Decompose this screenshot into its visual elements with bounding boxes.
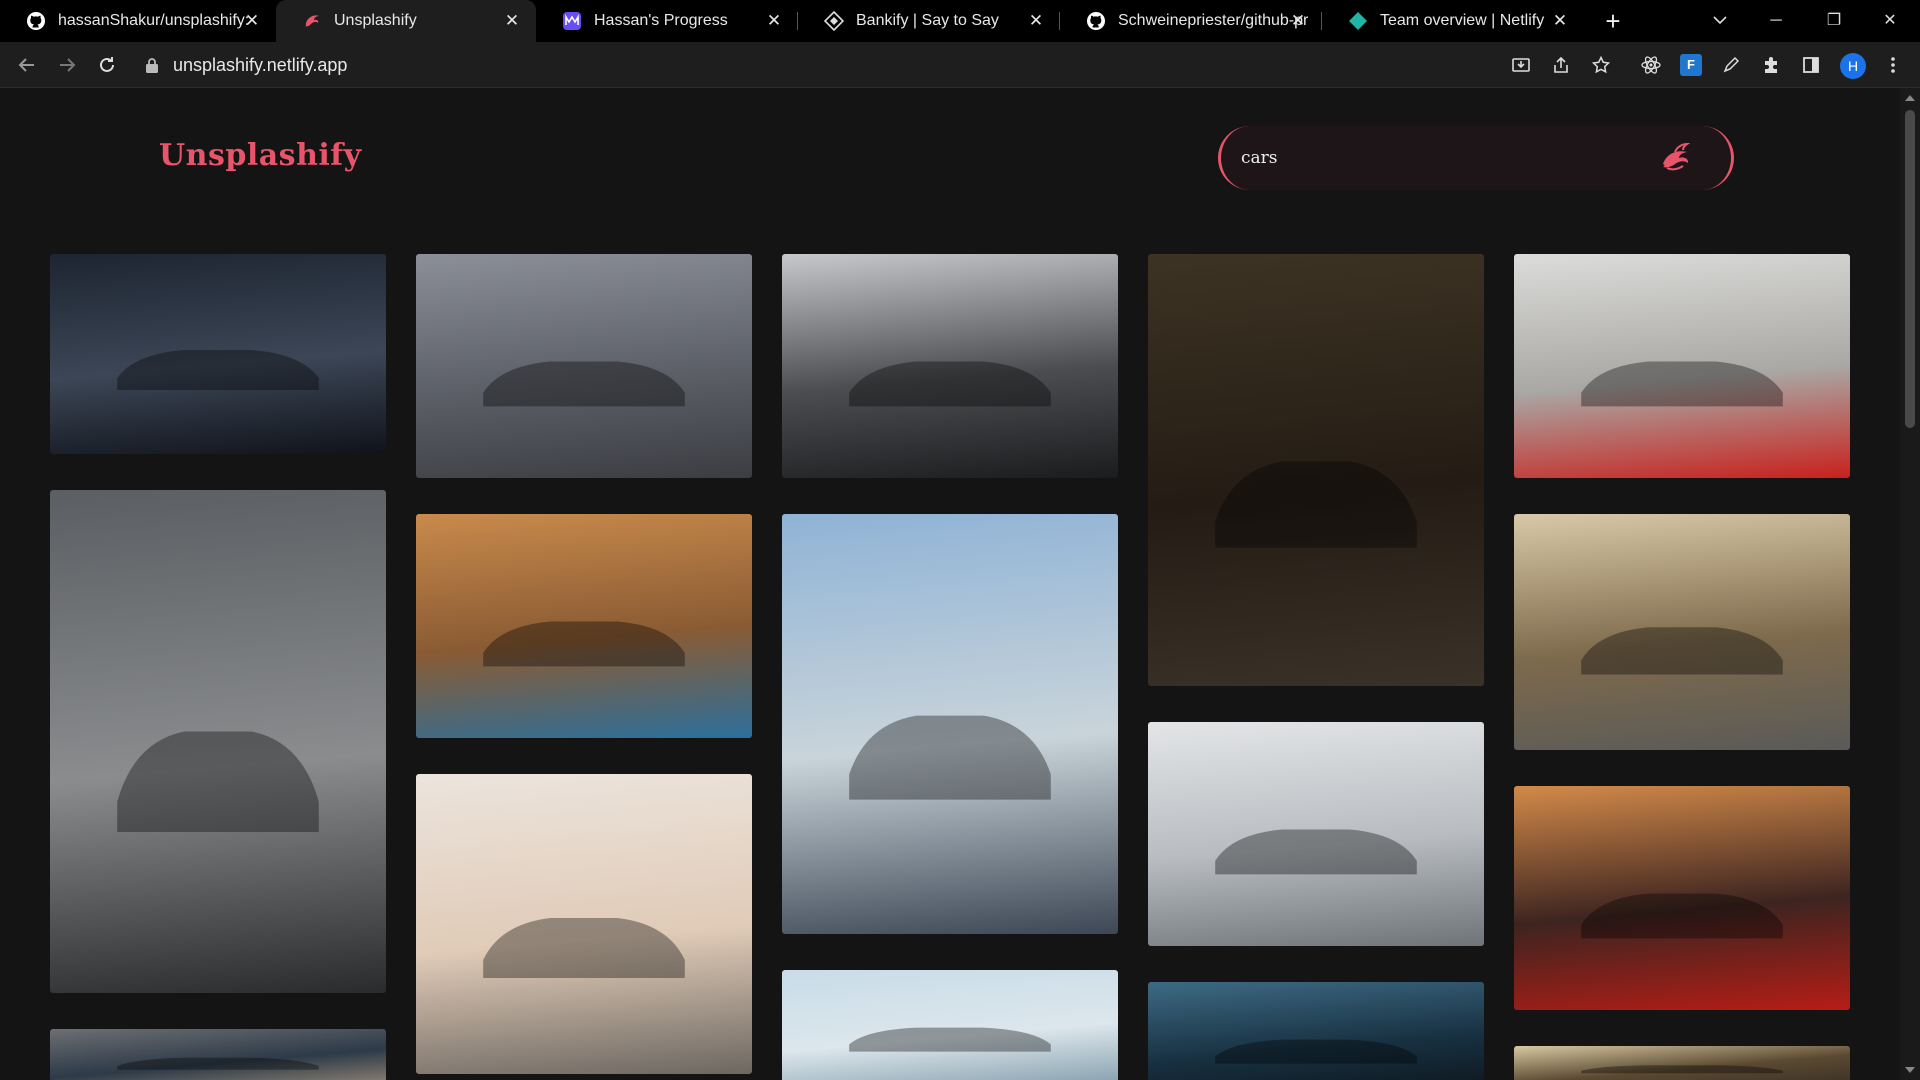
close-icon[interactable]: ✕ (1026, 11, 1046, 31)
bankify-icon (824, 11, 844, 31)
photo-parking-lot-aerial[interactable] (50, 1029, 386, 1080)
address-bar[interactable]: unsplashify.netlify.app (145, 49, 1485, 81)
photo-grey-mercedes-yellow-stripe[interactable] (50, 490, 386, 993)
car-silhouette (1215, 461, 1417, 548)
reload-button[interactable] (92, 50, 122, 80)
kebab-menu-icon[interactable] (1878, 50, 1908, 80)
close-icon[interactable]: ✕ (1288, 11, 1308, 31)
search-bar (1218, 126, 1734, 190)
tab-title: Hassan's Progress (594, 12, 728, 29)
search-input[interactable] (1241, 142, 1641, 174)
photo-yellow-amg-gt[interactable] (782, 514, 1118, 934)
car-silhouette (483, 361, 685, 407)
photo-black-mustang[interactable] (416, 254, 752, 478)
tab-github-pr[interactable]: Schweinepriester/github-pr ✕ (1060, 0, 1322, 42)
forward-button[interactable] (52, 50, 82, 80)
share-icon[interactable] (1546, 50, 1576, 80)
netlify-icon (1348, 11, 1368, 31)
car-silhouette (849, 715, 1051, 800)
photo-red-laferrari[interactable] (1514, 254, 1850, 478)
browser-toolbar: unsplashify.netlify.app F H (0, 42, 1920, 88)
tab-netlify[interactable]: Team overview | Netlify ✕ (1322, 0, 1584, 42)
tab-title: Bankify | Say to Say (856, 12, 999, 29)
unsplashify-icon (302, 11, 322, 31)
minimize-button[interactable]: ─ (1756, 6, 1796, 36)
github-icon (1086, 11, 1106, 31)
close-icon[interactable]: ✕ (242, 11, 262, 31)
side-panel-icon[interactable] (1796, 50, 1826, 80)
extensions-puzzle-icon[interactable] (1756, 50, 1786, 80)
tab-bankify[interactable]: Bankify | Say to Say ✕ (798, 0, 1060, 42)
photo-white-challenger[interactable] (416, 774, 752, 1074)
window-close-button[interactable]: ✕ (1870, 6, 1910, 36)
car-silhouette (483, 621, 685, 667)
bookmark-star-icon[interactable] (1586, 50, 1616, 80)
photo-red-amg-gt-trees[interactable] (1514, 514, 1850, 750)
photo-palm-trees-sky[interactable] (782, 970, 1118, 1080)
car-silhouette (117, 350, 319, 390)
page-scrollbar[interactable] (1900, 88, 1920, 1080)
lock-icon (146, 58, 158, 73)
tab-title: Schweinepriester/github-pr (1118, 12, 1308, 29)
extension-f-icon[interactable]: F (1676, 50, 1706, 80)
photo-orange-lamborghini-forest[interactable] (1148, 254, 1484, 686)
tab-title: Unsplashify (334, 12, 417, 29)
close-icon[interactable]: ✕ (1550, 11, 1570, 31)
car-silhouette (1581, 361, 1783, 407)
profile-avatar[interactable]: H (1840, 53, 1866, 79)
scroll-up-icon[interactable] (1905, 95, 1915, 101)
photo-silver-camaro-garage[interactable] (50, 254, 386, 454)
tab-unsplashify-repo[interactable]: hassanShakur/unsplashify: ✕ (0, 0, 276, 42)
brand-logo[interactable]: Unsplashify (159, 138, 362, 173)
reload-icon (100, 57, 114, 72)
car-silhouette (1215, 829, 1417, 875)
car-silhouette (117, 1057, 319, 1070)
react-devtools-icon[interactable] (1636, 50, 1666, 80)
car-silhouette (1581, 1065, 1783, 1074)
extension-f-label: F (1680, 54, 1702, 76)
photo-classic-bmw-row[interactable] (1148, 722, 1484, 946)
github-icon (26, 11, 46, 31)
car-silhouette (483, 918, 685, 978)
back-arrow-icon (18, 58, 34, 72)
browser-tab-strip: hassanShakur/unsplashify: ✕ Unsplashify … (0, 0, 1920, 42)
scroll-down-icon[interactable] (1905, 1067, 1915, 1073)
close-icon[interactable]: ✕ (502, 11, 522, 31)
car-silhouette (1581, 627, 1783, 675)
photo-red-audi-r8-street[interactable] (1514, 786, 1850, 1010)
car-silhouette (117, 731, 319, 833)
close-icon[interactable]: ✕ (764, 11, 784, 31)
install-app-icon[interactable] (1506, 50, 1536, 80)
car-silhouette (1215, 1039, 1417, 1064)
url-text: unsplashify.netlify.app (173, 54, 348, 75)
dragon-search-icon[interactable] (1657, 138, 1697, 178)
forward-arrow-icon (60, 58, 76, 72)
back-button[interactable] (12, 50, 42, 80)
photo-house-roof[interactable] (1514, 1046, 1850, 1080)
tab-search-chevron-icon[interactable] (1700, 6, 1740, 36)
new-tab-button[interactable]: + (1598, 6, 1628, 36)
photo-rainy-windshield[interactable] (1148, 982, 1484, 1080)
pen-extension-icon[interactable] (1716, 50, 1746, 80)
photo-blue-camaro-desert[interactable] (416, 514, 752, 738)
photo-black-porsche-panamera[interactable] (782, 254, 1118, 478)
car-silhouette (849, 1027, 1051, 1052)
tab-unsplashify[interactable]: Unsplashify ✕ (276, 0, 536, 42)
car-silhouette (1581, 893, 1783, 939)
tab-title: Team overview | Netlify (1380, 12, 1545, 29)
tab-hassans-progress[interactable]: Hassan's Progress ✕ (536, 0, 798, 42)
tab-title: hassanShakur/unsplashify: (58, 12, 248, 29)
page-content: Unsplashify (0, 88, 1900, 1080)
scrollbar-thumb[interactable] (1905, 110, 1915, 428)
car-silhouette (849, 361, 1051, 407)
restore-button[interactable]: ❐ (1814, 6, 1854, 36)
progress-icon (562, 11, 582, 31)
